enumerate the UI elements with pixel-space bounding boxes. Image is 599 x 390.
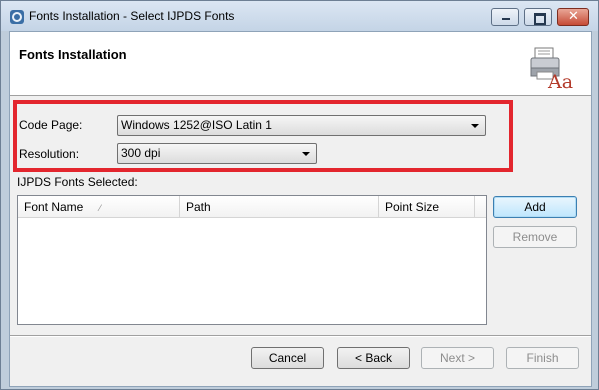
column-point-size[interactable]: Point Size [379,196,475,218]
fonts-list[interactable]: Font Name ⁄ Path Point Size [17,195,487,325]
column-path[interactable]: Path [180,196,379,218]
resolution-value: 300 dpi [121,146,161,160]
column-font-name[interactable]: Font Name ⁄ [18,196,180,218]
chevron-down-icon [302,152,310,156]
column-point-size-label: Point Size [385,200,440,214]
code-page-select[interactable]: Windows 1252@ISO Latin 1 [117,115,486,136]
resolution-label: Resolution: [19,147,80,161]
fonts-list-header: Font Name ⁄ Path Point Size [18,196,486,218]
dialog-body: Fonts Installation Aa Code Page: Windows… [9,31,592,387]
resolution-select[interactable]: 300 dpi [117,143,317,164]
close-icon: ✕ [568,9,579,24]
fonts-list-label: IJPDS Fonts Selected: [17,175,138,189]
sort-icon: ⁄ [99,203,101,213]
wizard-header: Fonts Installation Aa [10,32,591,96]
window-title: Fonts Installation - Select IJPDS Fonts [29,9,235,23]
header-icon-text: Aa [547,71,573,92]
code-page-label: Code Page: [19,118,83,132]
gear-icon [10,10,24,24]
code-page-value: Windows 1252@ISO Latin 1 [121,118,272,132]
fonts-printer-icon: Aa [530,47,573,92]
title-bar[interactable]: Fonts Installation - Select IJPDS Fonts … [1,1,598,31]
footer-divider-highlight [10,336,591,337]
cancel-button[interactable]: Cancel [251,347,324,369]
next-button[interactable]: Next > [421,347,494,369]
add-button[interactable]: Add [493,196,577,218]
chevron-down-icon [471,124,479,128]
close-button[interactable]: ✕ [557,8,589,26]
remove-button[interactable]: Remove [493,226,577,248]
finish-button[interactable]: Finish [506,347,579,369]
dialog-window: Fonts Installation - Select IJPDS Fonts … [0,0,599,390]
column-font-name-label: Font Name [24,200,84,214]
back-button[interactable]: < Back [337,347,410,369]
minimize-button[interactable] [491,8,519,26]
column-path-label: Path [186,200,211,214]
page-title: Fonts Installation [19,47,127,62]
maximize-button[interactable] [524,8,552,26]
